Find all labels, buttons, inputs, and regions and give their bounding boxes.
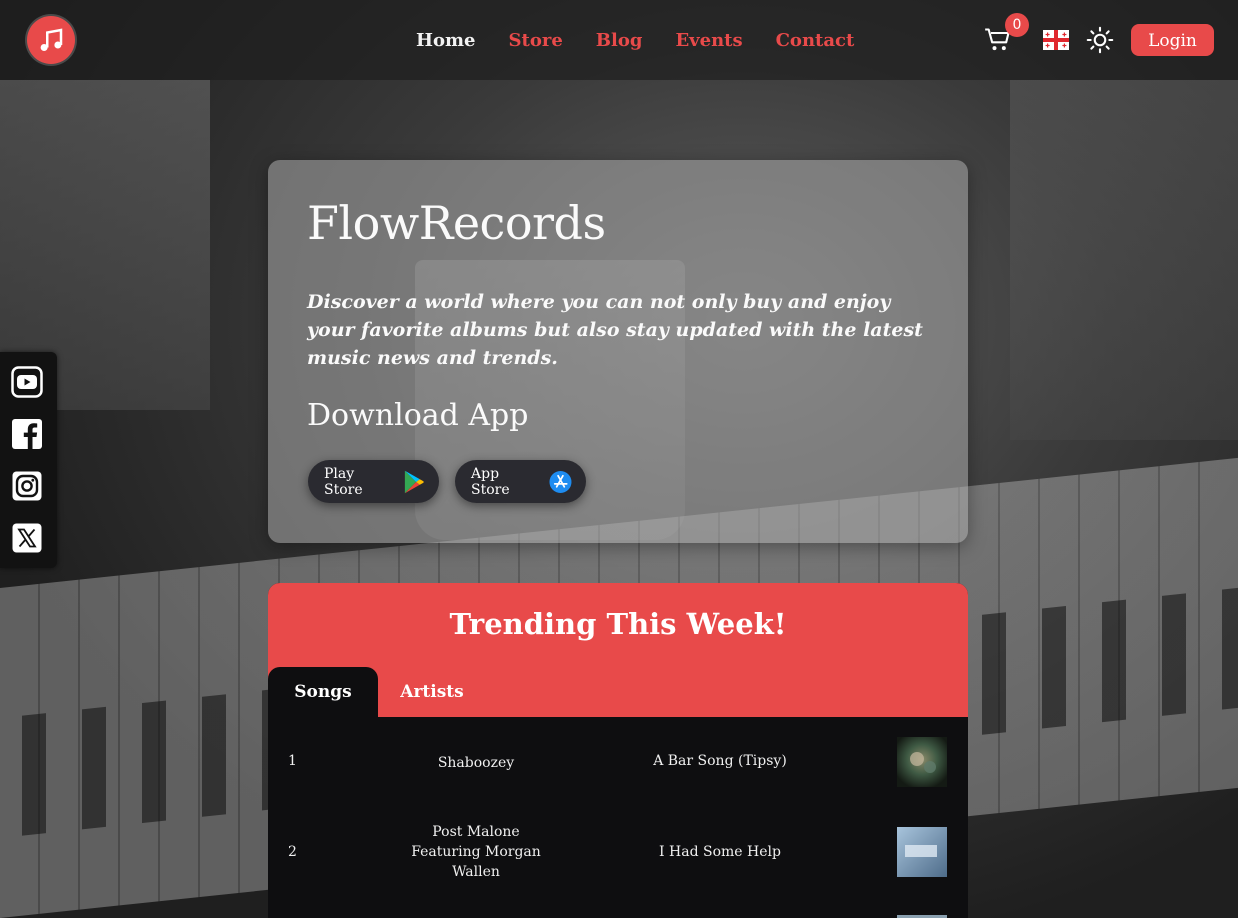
georgia-flag-icon[interactable] xyxy=(1043,30,1069,50)
tab-artists[interactable]: Artists xyxy=(378,667,486,717)
album-cover-image xyxy=(897,737,947,787)
nav-contact[interactable]: Contact xyxy=(776,30,855,52)
sun-icon[interactable] xyxy=(1086,26,1114,54)
instagram-icon[interactable] xyxy=(11,470,43,502)
trending-header: Trending This Week! Songs Artists xyxy=(268,583,968,717)
social-sidebar xyxy=(0,352,57,568)
play-store-button[interactable]: Play Store xyxy=(308,460,439,503)
site-title: FlowRecords xyxy=(307,196,606,250)
main-nav: Home Store Blog Events Contact xyxy=(416,30,887,52)
hero-card: FlowRecords Discover a world where you c… xyxy=(268,160,968,543)
window-right xyxy=(1010,80,1238,440)
nav-home[interactable]: Home xyxy=(416,30,476,52)
row-artist: Shaboozey xyxy=(437,755,515,771)
row-song: A Bar Song (Tipsy) xyxy=(653,753,787,769)
youtube-icon[interactable] xyxy=(11,366,43,398)
tab-songs[interactable]: Songs xyxy=(268,667,378,717)
play-store-label: Play Store xyxy=(324,465,363,498)
row-rank: 1 xyxy=(288,753,297,769)
row-rank: 2 xyxy=(288,844,297,860)
music-note-logo[interactable] xyxy=(27,16,75,64)
app-store-icon xyxy=(549,470,572,493)
row-song: I Had Some Help xyxy=(659,844,781,860)
nav-blog[interactable]: Blog xyxy=(596,30,643,52)
google-play-icon xyxy=(404,470,424,493)
facebook-icon[interactable] xyxy=(11,418,43,450)
login-button[interactable]: Login xyxy=(1131,24,1214,56)
table-row[interactable]: 2 Post Malone Featuring Morgan Wallen I … xyxy=(268,822,968,882)
site-header: Home Store Blog Events Contact 0 Login xyxy=(0,0,1238,80)
table-row[interactable]: 1 Shaboozey A Bar Song (Tipsy) xyxy=(268,737,968,787)
nav-store[interactable]: Store xyxy=(509,30,563,52)
trending-title: Trending This Week! xyxy=(449,607,787,641)
trending-panel: Trending This Week! Songs Artists 1 Shab… xyxy=(268,583,968,918)
app-store-button[interactable]: App Store xyxy=(455,460,586,503)
nav-events[interactable]: Events xyxy=(675,30,742,52)
album-cover-image xyxy=(897,827,947,877)
row-artist: Post Malone Featuring Morgan Wallen xyxy=(411,824,541,880)
download-heading: Download App xyxy=(307,398,529,433)
app-store-label: App Store xyxy=(471,465,510,498)
x-icon[interactable] xyxy=(11,522,43,554)
cart-count-badge: 0 xyxy=(1005,13,1029,37)
hero-description: Discover a world where you can not only … xyxy=(307,291,923,369)
table-row-partial xyxy=(268,913,968,918)
music-note-icon xyxy=(40,28,63,51)
